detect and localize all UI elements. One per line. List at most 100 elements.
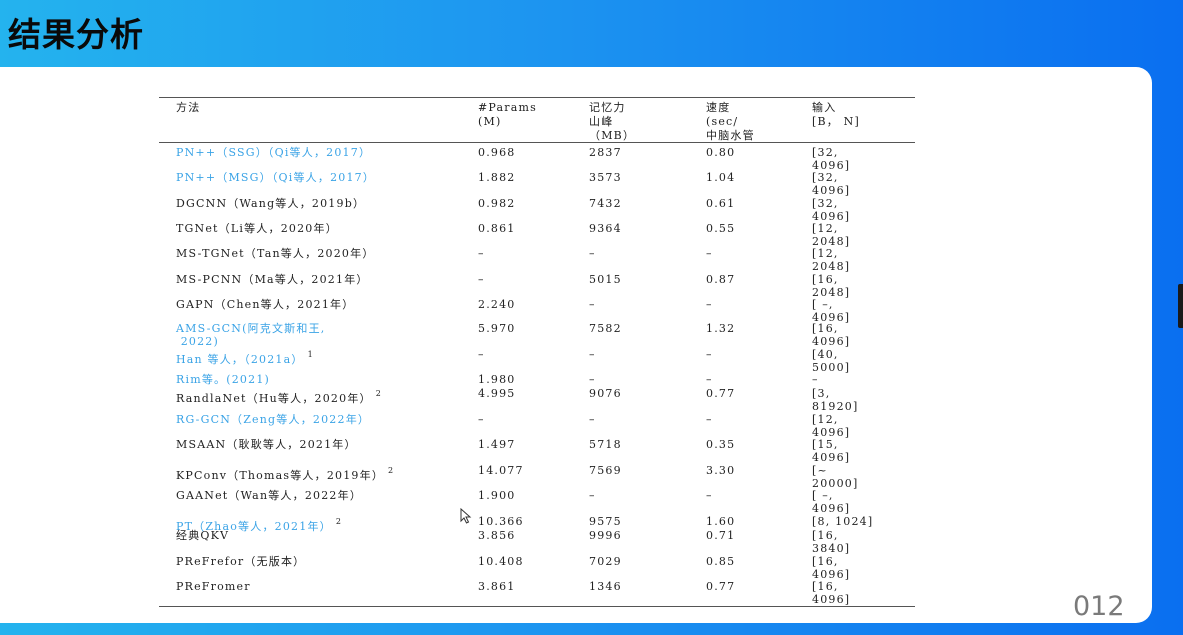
cell-params: 4.995 — [478, 387, 516, 400]
cell-input: [40, 5000] — [812, 348, 851, 374]
cell-speed: 0.71 — [706, 529, 736, 542]
cell-memory: – — [589, 348, 596, 361]
table-row: PReFrefor（无版本） 10.408 7029 0.85 [16, 4096] — [159, 555, 915, 581]
cell-input: [32, 4096] — [812, 171, 851, 197]
cell-input: [12, 2048] — [812, 222, 851, 248]
cell-memory: – — [589, 489, 596, 502]
cell-input: [8, 1024] — [812, 515, 874, 528]
cell-params: 0.861 — [478, 222, 516, 235]
cell-memory: – — [589, 298, 596, 311]
cell-method: RandlaNet（Hu等人，2020年） 2 — [176, 389, 383, 405]
cell-params: 1.900 — [478, 489, 516, 502]
cell-method: GAPN（Chen等人，2021年） — [176, 298, 355, 311]
cell-input: – — [812, 373, 819, 386]
table-row: 经典QKV 3.856 9996 0.71 [16, 3840] — [159, 529, 915, 555]
cell-input: [15, 4096] — [812, 438, 851, 464]
cell-method[interactable]: Rim等。(2021) — [176, 373, 270, 386]
cell-method[interactable]: PN++（SSG）（Qi等人，2017） — [176, 146, 371, 159]
cell-speed: – — [706, 348, 713, 361]
footnote-marker: 1 — [307, 350, 314, 359]
cell-method[interactable]: RG-GCN（Zeng等人，2022年） — [176, 413, 370, 426]
page-number: 012 — [1073, 591, 1125, 622]
slide-title: 结果分析 — [8, 15, 144, 54]
cell-speed: 0.55 — [706, 222, 736, 235]
cell-speed: 0.77 — [706, 580, 736, 593]
cell-params: 10.366 — [478, 515, 524, 528]
table-top-rule — [159, 97, 915, 98]
cell-method: MS-PCNN（Ma等人，2021年） — [176, 273, 369, 286]
cell-method[interactable]: PN++（MSG）（Qi等人，2017） — [176, 171, 375, 184]
cell-memory: 3573 — [589, 171, 622, 184]
cell-method: MS-TGNet（Tan等人，2020年） — [176, 247, 375, 260]
cell-memory: – — [589, 373, 596, 386]
table-row: GAANet（Wan等人，2022年） 1.900 – – [ –, 4096] — [159, 489, 915, 515]
cell-input: [16, 2048] — [812, 273, 851, 299]
cell-method: GAANet（Wan等人，2022年） — [176, 489, 363, 502]
cell-speed: 3.30 — [706, 464, 736, 477]
cell-speed: 0.87 — [706, 273, 736, 286]
table-row: Han 等人，（2021a） 1 – – – [40, 5000] — [159, 348, 915, 374]
table-row: PN++（SSG）（Qi等人，2017） 0.968 2837 0.80 [32, 40… — [159, 146, 915, 172]
cell-speed: – — [706, 247, 713, 260]
cell-method[interactable]: AMS-GCN(阿克文斯和王, 2022) — [176, 322, 325, 348]
cell-params: 0.968 — [478, 146, 516, 159]
cell-params: 0.982 — [478, 197, 516, 210]
cell-input: [12, 2048] — [812, 247, 851, 273]
cell-method: TGNet（Li等人，2020年） — [176, 222, 338, 235]
cell-speed: 1.04 — [706, 171, 736, 184]
cell-speed: – — [706, 373, 713, 386]
cell-input: [ –, 4096] — [812, 489, 851, 515]
table-bottom-rule — [159, 606, 915, 607]
table-header-rule — [159, 142, 915, 143]
cell-speed: – — [706, 413, 713, 426]
cell-method[interactable]: Han 等人，（2021a） 1 — [176, 348, 314, 366]
cell-speed: – — [706, 489, 713, 502]
cell-params: – — [478, 247, 485, 260]
cell-params: 5.970 — [478, 322, 516, 335]
cell-speed: 1.60 — [706, 515, 736, 528]
footnote-marker: 2 — [388, 466, 395, 475]
cell-input: [16, 4096] — [812, 555, 851, 581]
cell-input: [3, 81920] — [812, 387, 859, 413]
table-row: TGNet（Li等人，2020年） 0.861 9364 0.55 [12, 2048] — [159, 222, 915, 248]
cell-memory: – — [589, 413, 596, 426]
header-params: #Params (M) — [478, 101, 537, 128]
cell-memory: 7029 — [589, 555, 622, 568]
cell-memory: 9364 — [589, 222, 622, 235]
table-row: KPConv（Thomas等人，2019年） 2 14.077 7569 3.30 [~ … — [159, 464, 915, 490]
cell-memory: – — [589, 247, 596, 260]
table-row: RG-GCN（Zeng等人，2022年） – – – [12, 4096] — [159, 413, 915, 439]
header-speed: 速度 (sec/ 中脑水管 — [706, 101, 755, 142]
cell-method: PReFromer — [176, 580, 251, 593]
cell-memory: 5718 — [589, 438, 622, 451]
cell-params: – — [478, 413, 485, 426]
cell-method: MSAAN（耿耿等人，2021年） — [176, 438, 357, 451]
cell-memory: 7569 — [589, 464, 622, 477]
cell-input: [32, 4096] — [812, 197, 851, 223]
cell-params: 3.861 — [478, 580, 516, 593]
cell-input: [16, 4096] — [812, 580, 851, 606]
cell-input: [ –, 4096] — [812, 298, 851, 324]
mouse-pointer-icon — [460, 508, 472, 524]
cell-params: – — [478, 273, 485, 286]
cell-memory: 9996 — [589, 529, 622, 542]
table-row: MSAAN（耿耿等人，2021年） 1.497 5718 0.35 [15, 4096] — [159, 438, 915, 464]
cell-speed: 0.35 — [706, 438, 736, 451]
table-row: GAPN（Chen等人，2021年） 2.240 – – [ –, 4096] — [159, 298, 915, 324]
cell-params: 1.980 — [478, 373, 516, 386]
cell-params: – — [478, 348, 485, 361]
cell-params: 2.240 — [478, 298, 516, 311]
cell-params: 1.497 — [478, 438, 516, 451]
cell-speed: 0.80 — [706, 146, 736, 159]
cell-memory: 2837 — [589, 146, 622, 159]
cell-method: KPConv（Thomas等人，2019年） 2 — [176, 466, 395, 482]
header-input: 输入 [B， N] — [812, 101, 860, 128]
footnote-marker: 2 — [335, 517, 343, 526]
table-row: RandlaNet（Hu等人，2020年） 2 4.995 9076 0.77 [3, 8… — [159, 387, 915, 413]
cell-memory: 1346 — [589, 580, 622, 593]
cell-input: [~ 20000] — [812, 464, 859, 490]
results-table: 方法 #Params (M) 记忆力 山峰 （MB） 速度 (sec/ 中脑水管… — [159, 97, 915, 607]
cell-speed: 0.61 — [706, 197, 736, 210]
cell-speed: 0.85 — [706, 555, 736, 568]
header-method: 方法 — [176, 101, 201, 114]
